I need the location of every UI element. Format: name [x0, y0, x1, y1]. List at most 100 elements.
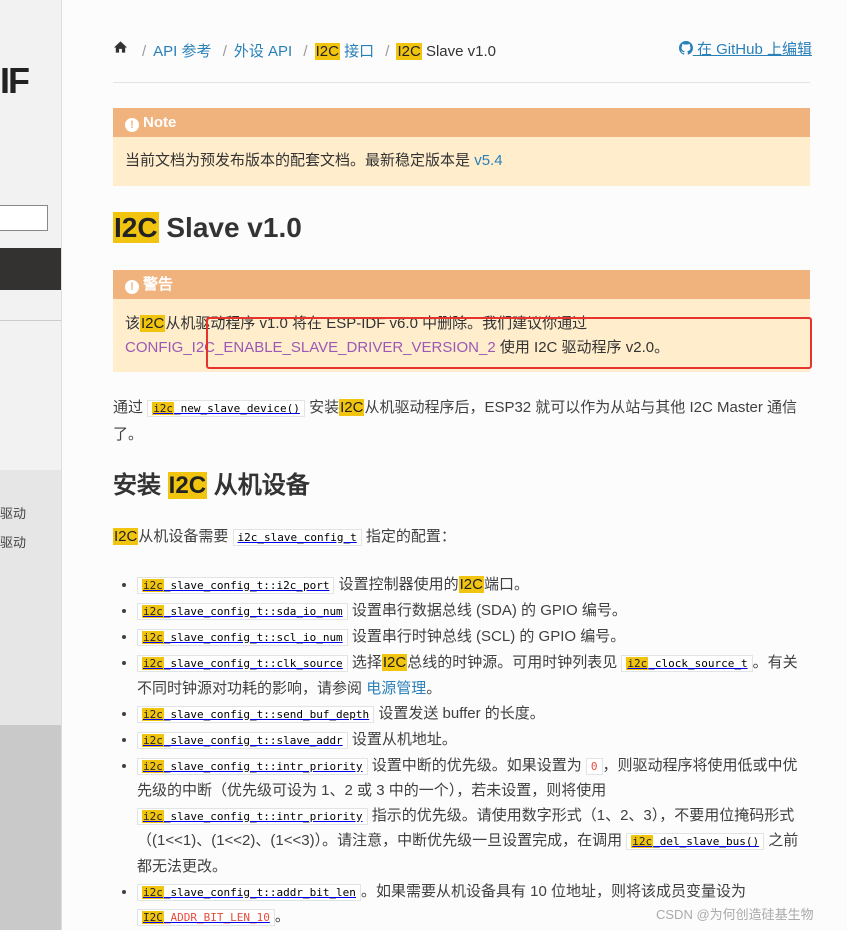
field-desc: 设置从机地址。	[351, 730, 457, 748]
edit-on-github-link[interactable]: 在 GitHub 上编辑	[678, 38, 812, 59]
breadcrumb-current: I2C Slave v1.0	[396, 43, 496, 60]
del-slave-bus-link[interactable]: i2c_del_slave_bus()	[626, 832, 765, 851]
config-field-list: i2c_slave_config_t::i2c_port 设置控制器使用的I2C…	[113, 573, 810, 931]
code-text: _new_slave_device()	[174, 402, 300, 415]
breadcrumb-i2c-label: 接口	[344, 43, 375, 60]
github-icon	[678, 41, 693, 58]
field-desc: 设置中断的优先级。如果设置为	[371, 756, 582, 774]
field-desc: 端口。	[483, 576, 529, 593]
code-text: _slave_config_t::slave_addr	[163, 733, 343, 747]
code-text: _slave_config_t::addr_bit_len	[163, 885, 356, 899]
stable-version-link[interactable]: v5.4	[474, 152, 502, 169]
list-item: i2c_slave_config_t::i2c_port 设置控制器使用的I2C…	[137, 573, 810, 599]
code-text: _slave_config_t::clk_source	[163, 656, 343, 670]
field-intr-priority-link-2[interactable]: i2c_slave_config_t::intr_priority	[137, 807, 368, 825]
highlight: i2c	[142, 579, 164, 592]
edit-on-github-label: 在 GitHub 上编辑	[696, 41, 812, 58]
code-text: _slave_config_t::send_buf_depth	[163, 707, 370, 721]
highlight: i2c	[142, 707, 164, 721]
field-desc: 设置串行数据总线 (SDA) 的 GPIO 编号。	[351, 601, 627, 619]
warning-text-1: 该	[125, 315, 141, 332]
inline-code: i2c_slave_config_t::intr_priority	[137, 807, 368, 825]
inline-code: I2C_ADDR_BIT_LEN_10	[137, 909, 275, 927]
highlight: i2c	[142, 885, 164, 899]
watermark: CSDN @为何创造硅基生物	[656, 907, 814, 922]
field-intr-priority-link[interactable]: i2c_slave_config_t::intr_priority	[137, 757, 368, 775]
intro-paragraph: 通过 i2c_new_slave_device() 安装I2C从机驱动程序后，E…	[113, 395, 803, 448]
config-intro-paragraph: I2C从机设备需要 i2c_slave_config_t 指定的配置：	[113, 524, 456, 551]
sidebar-item-driver-2[interactable]: 驱动	[0, 532, 26, 551]
list-item: i2c_slave_config_t::scl_io_num 设置串行时钟总线 …	[137, 625, 810, 651]
warning-title-text: 警告	[143, 276, 174, 293]
note-title-text: Note	[143, 114, 177, 131]
highlight: i2c	[142, 656, 164, 670]
sidebar-nav-section-current	[0, 725, 62, 930]
code-text: _ADDR_BIT_LEN_10	[163, 911, 270, 925]
page-title: I2C Slave v1.0	[113, 208, 302, 248]
highlight: i2c	[626, 656, 649, 670]
highlight: I2C	[167, 472, 208, 499]
breadcrumb-api-reference[interactable]: API 参考	[153, 43, 211, 60]
sidebar-logo[interactable]: IF	[0, 60, 30, 102]
highlight: I2C	[396, 43, 422, 60]
field-desc: 选择	[351, 653, 382, 671]
highlight: I2C	[113, 528, 139, 545]
sidebar-edge	[61, 0, 62, 930]
addr-bit-len-10-link[interactable]: I2C_ADDR_BIT_LEN_10	[137, 908, 275, 927]
inline-code: i2c_slave_config_t::send_buf_depth	[137, 705, 375, 723]
inline-code: i2c_slave_config_t::sda_io_num	[137, 602, 348, 620]
list-item: i2c_slave_config_t::sda_io_num 设置串行数据总线 …	[137, 599, 810, 625]
warning-title: ! 警告	[113, 270, 810, 299]
sidebar-search-input[interactable]	[0, 205, 48, 231]
field-scl-io-num-link[interactable]: i2c_slave_config_t::scl_io_num	[137, 628, 348, 646]
power-management-link[interactable]: 电源管理	[366, 680, 426, 697]
new-slave-device-link[interactable]: i2c_new_slave_device()	[147, 399, 305, 417]
field-desc: 。	[426, 679, 442, 697]
highlight: I2C	[140, 315, 166, 332]
highlight: I2C	[458, 576, 484, 593]
field-i2c-port-link[interactable]: i2c_slave_config_t::i2c_port	[137, 576, 335, 594]
inline-code: i2c_new_slave_device()	[147, 400, 305, 417]
note-title: ! Note	[113, 108, 810, 137]
field-slave-addr-link[interactable]: i2c_slave_config_t::slave_addr	[137, 731, 348, 749]
breadcrumb-divider	[113, 82, 810, 83]
intro-text-2: 安装	[309, 399, 340, 416]
clock-source-type-link[interactable]: i2c_clock_source_t	[621, 654, 753, 672]
slave-config-type-link[interactable]: i2c_slave_config_t	[232, 528, 362, 546]
sidebar: IF 驱动 驱动	[0, 0, 62, 930]
code-text: _slave_config_t::i2c_port	[163, 579, 330, 592]
field-addr-bit-len-link[interactable]: i2c_slave_config_t::addr_bit_len	[137, 883, 361, 901]
field-desc: 总线的时钟源。可用时钟列表见	[407, 653, 618, 671]
list-item: i2c_slave_config_t::slave_addr 设置从机地址。	[137, 728, 810, 754]
inline-code: i2c_slave_config_t::scl_io_num	[137, 628, 348, 646]
field-clk-source-link[interactable]: i2c_slave_config_t::clk_source	[137, 654, 348, 672]
note-text: 当前文档为预发布版本的配套文档。最新稳定版本是	[125, 152, 471, 169]
field-desc: 设置串行时钟总线 (SCL) 的 GPIO 编号。	[351, 627, 626, 645]
field-desc: 。如果需要从机设备具有 10 位地址，则将该成员变量设为	[360, 882, 746, 900]
highlight: i2c	[152, 402, 175, 415]
inline-code: i2c_clock_source_t	[621, 654, 753, 672]
code-text: _slave_config_t::sda_io_num	[163, 604, 343, 618]
breadcrumb-peripherals-api[interactable]: 外设 API	[234, 43, 292, 60]
inline-code: i2c_slave_config_t::intr_priority	[137, 757, 368, 775]
inline-code: i2c_del_slave_bus()	[626, 833, 765, 851]
section-heading-install-slave: 安装 I2C 从机设备	[113, 468, 310, 504]
note-admonition: ! Note 当前文档为预发布版本的配套文档。最新稳定版本是 v5.4	[113, 108, 810, 186]
highlight: i2c	[142, 630, 164, 644]
field-sda-io-num-link[interactable]: i2c_slave_config_t::sda_io_num	[137, 602, 348, 620]
highlight: i2c	[142, 759, 164, 773]
inline-code: i2c_slave_config_t::addr_bit_len	[137, 883, 361, 901]
config-intro-text-2: 指定的配置：	[365, 528, 456, 545]
breadcrumb-i2c-interface[interactable]: I2C 接口	[314, 43, 375, 60]
highlight: I2C	[314, 43, 340, 60]
sidebar-item-driver-1[interactable]: 驱动	[0, 503, 26, 522]
inline-code: i2c_slave_config_t::slave_addr	[137, 731, 348, 749]
highlight: i2c	[142, 733, 164, 747]
page-title-text: Slave v1.0	[166, 212, 302, 243]
home-icon[interactable]	[113, 40, 128, 58]
inline-code: i2c_slave_config_t	[232, 529, 362, 546]
field-desc: 设置控制器使用的	[338, 576, 459, 593]
list-item: i2c_slave_config_t::send_buf_depth 设置发送 …	[137, 702, 810, 728]
inline-code: i2c_slave_config_t::clk_source	[137, 654, 348, 672]
field-send-buf-depth-link[interactable]: i2c_slave_config_t::send_buf_depth	[137, 705, 375, 723]
